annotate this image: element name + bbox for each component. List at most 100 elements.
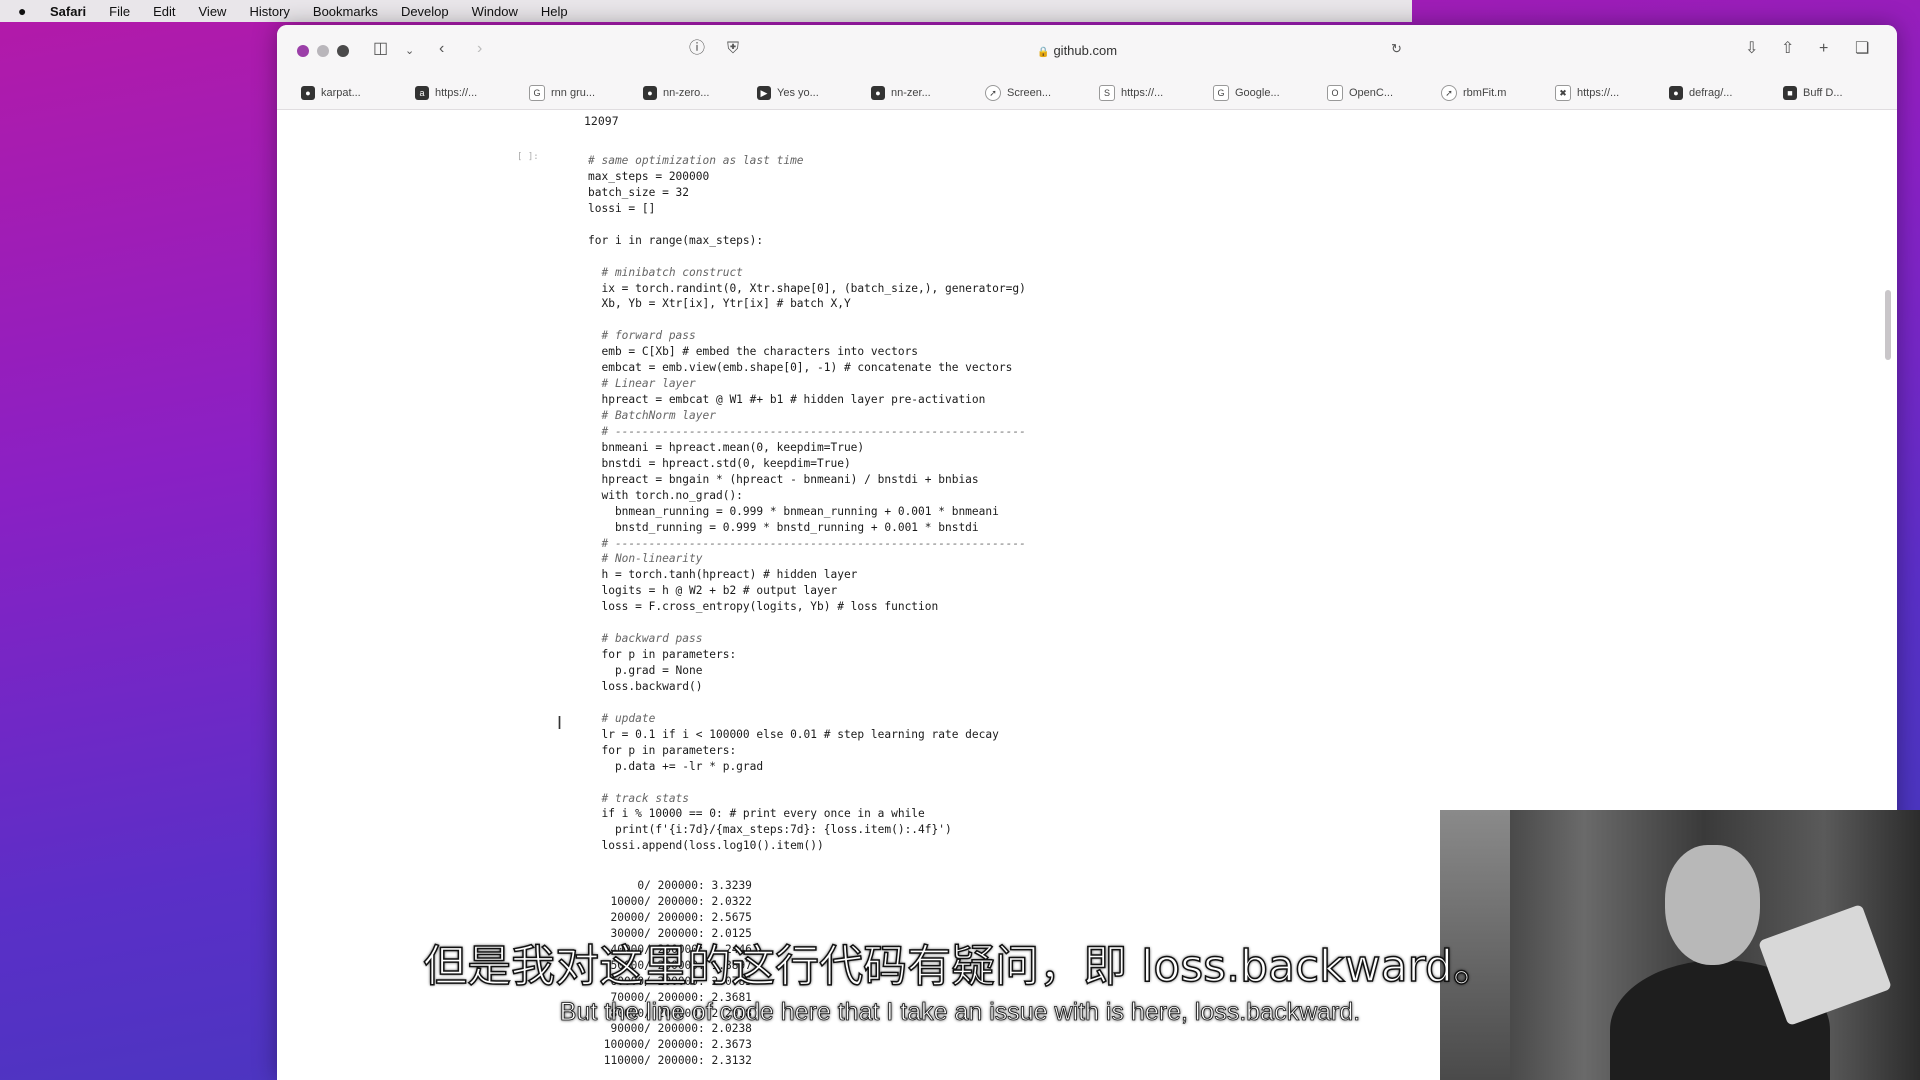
code-line[interactable]: hpreact = embcat @ W1 #+ b1 # hidden lay… [588, 392, 1026, 408]
new-tab-icon[interactable]: + [1819, 39, 1828, 59]
code-line[interactable]: emb = C[Xb] # embed the characters into … [588, 344, 1026, 360]
code-line[interactable]: # Linear layer [588, 376, 1026, 392]
code-line[interactable]: bnstd_running = 0.999 * bnstd_running + … [588, 520, 1026, 536]
code-line[interactable]: lossi = [] [588, 201, 1026, 217]
shield-icon[interactable]: ⛨ [727, 39, 739, 59]
code-line[interactable]: # forward pass [588, 328, 1026, 344]
favorite-item[interactable]: ➚ rbmFit.m [1441, 85, 1555, 101]
code-line[interactable]: bnmeani = hpreact.mean(0, keepdim=True) [588, 440, 1026, 456]
minimize-window-button[interactable] [317, 45, 329, 57]
browser-toolbar: ◫ ⌄ ‹ › ⓘ ⛨ 🔒 github.com ↻ ⇩ ⇧ + ❏ [277, 25, 1897, 77]
compass-icon: ➚ [985, 85, 1001, 101]
code-cell[interactable]: # same optimization as last time max_step… [588, 153, 1026, 854]
favorite-item[interactable]: ■ Buff D... [1783, 86, 1897, 100]
close-window-button[interactable] [297, 45, 309, 57]
code-line[interactable]: if i % 10000 == 0: # print every once in… [588, 806, 1026, 822]
favorite-item[interactable]: ✖ https://... [1555, 85, 1669, 101]
forward-icon[interactable]: › [477, 39, 482, 59]
code-line[interactable]: # Non-linearity [588, 551, 1026, 567]
code-line[interactable]: # minibatch construct [588, 265, 1026, 281]
favorites-bar: ● karpat... a https://... Grnn gru... ● nn-… [277, 77, 1897, 110]
text-cursor-icon: I [557, 713, 563, 733]
menu-window[interactable]: Window [472, 4, 518, 19]
code-line[interactable] [588, 615, 1026, 631]
code-line[interactable] [588, 312, 1026, 328]
favorite-item[interactable]: ● karpat... [301, 86, 415, 100]
tab-overview-icon[interactable]: ❏ [1855, 39, 1869, 59]
output-line: 10000/ 200000: 2.0322 [597, 894, 752, 908]
code-line[interactable] [588, 249, 1026, 265]
password-icon[interactable]: ⓘ [689, 39, 705, 59]
code-line[interactable]: # backward pass [588, 631, 1026, 647]
favorite-item[interactable]: Shttps://... [1099, 85, 1213, 101]
window-controls [297, 45, 357, 57]
page-icon: S [1099, 85, 1115, 101]
menu-safari[interactable]: Safari [50, 4, 86, 19]
page-icon: ■ [1783, 86, 1797, 100]
menu-view[interactable]: View [199, 4, 227, 19]
subtitle-chinese: 但是我对这里的这行代码有疑问，即 loss.backward。 [422, 940, 1497, 993]
apple-icon[interactable]: ● [18, 3, 36, 19]
favorite-item[interactable]: ● nn-zer... [871, 86, 985, 100]
favorite-item[interactable]: ● nn-zero... [643, 86, 757, 100]
code-line[interactable]: Xb, Yb = Xtr[ix], Ytr[ix] # batch X,Y [588, 296, 1026, 312]
code-line[interactable]: batch_size = 32 [588, 185, 1026, 201]
code-line[interactable]: p.grad = None [588, 663, 1026, 679]
menu-edit[interactable]: Edit [153, 4, 175, 19]
reload-icon[interactable]: ↻ [1391, 39, 1402, 59]
page-icon: G [1213, 85, 1229, 101]
sidebar-toggle-icon[interactable]: ◫ [373, 39, 388, 59]
code-line[interactable]: bnstdi = hpreact.std(0, keepdim=True) [588, 456, 1026, 472]
favorite-item[interactable]: Grnn gru... [529, 85, 643, 101]
zoom-window-button[interactable] [337, 45, 349, 57]
code-line[interactable]: # track stats [588, 791, 1026, 807]
previous-cell-output: 12097 [584, 114, 619, 128]
github-icon: ● [1669, 86, 1683, 100]
code-line[interactable] [588, 217, 1026, 233]
menu-bookmarks[interactable]: Bookmarks [313, 4, 378, 19]
code-line[interactable] [588, 695, 1026, 711]
code-line[interactable]: loss.backward() [588, 679, 1026, 695]
downloads-icon[interactable]: ⇩ [1745, 39, 1758, 59]
code-line[interactable]: lossi.append(loss.log10().item()) [588, 838, 1026, 854]
menu-file[interactable]: File [109, 4, 130, 19]
subtitle-english: But the line of code here that I take an… [559, 998, 1361, 1027]
github-icon: ● [871, 86, 885, 100]
code-line[interactable]: for p in parameters: [588, 647, 1026, 663]
favorite-item[interactable]: G Google... [1213, 85, 1327, 101]
chevron-down-icon[interactable]: ⌄ [405, 41, 414, 61]
favorite-item[interactable]: O OpenC... [1327, 85, 1441, 101]
back-icon[interactable]: ‹ [439, 39, 444, 59]
menu-help[interactable]: Help [541, 4, 568, 19]
code-line[interactable]: # same optimization as last time [588, 153, 1026, 169]
menu-history[interactable]: History [249, 4, 289, 19]
code-line[interactable]: # --------------------------------------… [588, 536, 1025, 552]
code-line[interactable]: for p in parameters: [588, 743, 1026, 759]
code-line[interactable]: h = torch.tanh(hpreact) # hidden layer [588, 567, 1026, 583]
code-line[interactable]: logits = h @ W2 + b2 # output layer [588, 583, 1026, 599]
share-icon[interactable]: ⇧ [1781, 39, 1794, 59]
code-line[interactable]: print(f'{i:7d}/{max_steps:7d}: {loss.ite… [588, 822, 1026, 838]
code-line[interactable]: bnmean_running = 0.999 * bnmean_running … [588, 504, 1026, 520]
menu-develop[interactable]: Develop [401, 4, 449, 19]
code-line[interactable]: for i in range(max_steps): [588, 233, 1026, 249]
favorite-item[interactable]: ➚ Screen... [985, 85, 1099, 101]
scrollbar[interactable] [1885, 290, 1891, 360]
code-line[interactable]: embcat = emb.view(emb.shape[0], -1) # co… [588, 360, 1026, 376]
code-line[interactable]: # --------------------------------------… [588, 424, 1025, 440]
address-bar[interactable]: 🔒 github.com [1037, 43, 1117, 58]
github-icon: ● [301, 86, 315, 100]
favorite-item[interactable]: ● defrag/... [1669, 86, 1783, 100]
code-line[interactable]: p.data += -lr * p.grad [588, 759, 1026, 775]
code-line[interactable]: lr = 0.1 if i < 100000 else 0.01 # step … [588, 727, 1026, 743]
code-line[interactable] [588, 775, 1026, 791]
code-line[interactable]: loss = F.cross_entropy(logits, Yb) # los… [588, 599, 1026, 615]
code-line[interactable]: # update [588, 711, 1026, 727]
favorite-item[interactable]: ▶ Yes yo... [757, 86, 871, 100]
code-line[interactable]: with torch.no_grad(): [588, 488, 1026, 504]
favorite-item[interactable]: a https://... [415, 86, 529, 100]
code-line[interactable]: ix = torch.randint(0, Xtr.shape[0], (bat… [588, 281, 1025, 297]
code-line[interactable]: max_steps = 200000 [588, 169, 1026, 185]
code-line[interactable]: hpreact = bngain * (hpreact - bnmeani) /… [588, 472, 1026, 488]
code-line[interactable]: # BatchNorm layer [588, 408, 1026, 424]
